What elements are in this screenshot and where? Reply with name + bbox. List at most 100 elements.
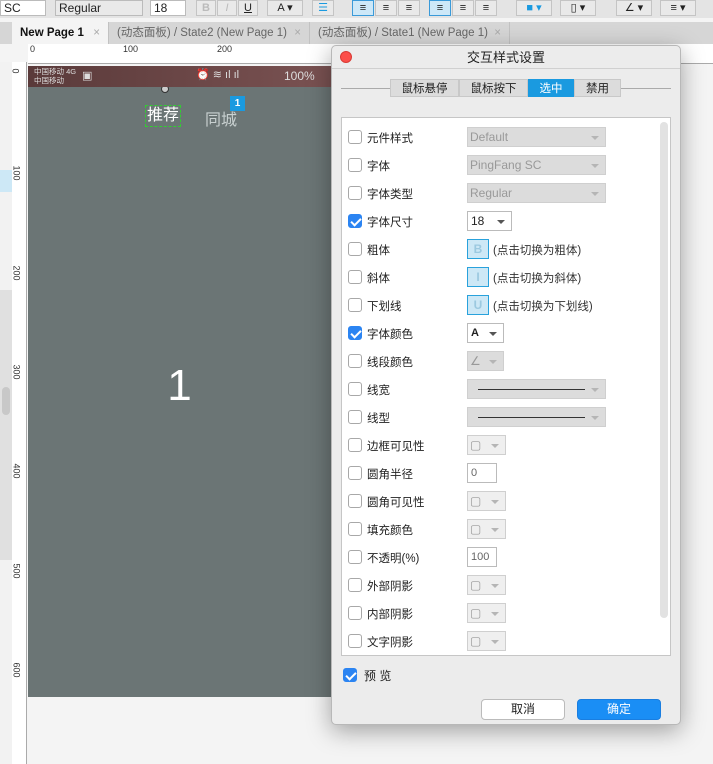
tab-disabled[interactable]: 禁用 xyxy=(574,79,621,97)
format-toggle[interactable]: I xyxy=(467,267,489,287)
dialog-title: 交互样式设置 xyxy=(332,46,680,69)
signal-icons: ⏰ ≋ ıl ıl xyxy=(196,69,240,81)
row-checkbox[interactable] xyxy=(348,130,362,144)
style-row: 圆角可见性 ▢ xyxy=(348,491,648,511)
toggle-hint: (点击切换为粗体) xyxy=(493,245,582,257)
row-label: 下划线 xyxy=(367,301,402,313)
row-checkbox[interactable] xyxy=(348,438,362,452)
row-label: 字体尺寸 xyxy=(367,217,413,229)
bullet-list-icon[interactable]: ☰ xyxy=(312,0,334,16)
battery-label: 100% xyxy=(284,69,315,83)
row-checkbox[interactable] xyxy=(348,410,362,424)
value-input[interactable]: 100 xyxy=(467,547,497,567)
close-icon[interactable]: × xyxy=(294,22,301,44)
align-top-button[interactable]: ≡ xyxy=(429,0,451,16)
tab-label: (动态面板) / State2 (New Page 1) xyxy=(117,27,287,39)
row-label: 字体颜色 xyxy=(367,329,413,341)
style-select[interactable]: PingFang SC xyxy=(467,155,606,175)
picker[interactable]: ▢ xyxy=(467,575,506,595)
row-checkbox[interactable] xyxy=(348,382,362,396)
align-middle-button[interactable]: ≡ xyxy=(452,0,474,16)
panel-section xyxy=(0,290,12,560)
fill-color-button[interactable]: ■ ▾ xyxy=(516,0,552,16)
tab-state2[interactable]: (动态面板) / State2 (New Page 1) × xyxy=(109,22,310,44)
picker[interactable]: ▢ xyxy=(467,603,506,623)
toolbar: SC Regular 18 B I U A ▾ ☰ ≡ ≡ ≡ ≡ ≡ ≡ ■ … xyxy=(0,0,713,18)
line-width-button[interactable]: ≡ ▾ xyxy=(660,0,696,16)
row-checkbox[interactable] xyxy=(348,634,362,648)
align-center-button[interactable]: ≡ xyxy=(375,0,397,16)
row-checkbox[interactable] xyxy=(348,158,362,172)
align-right-button[interactable]: ≡ xyxy=(398,0,420,16)
row-checkbox[interactable] xyxy=(348,494,362,508)
style-row: 线型 xyxy=(348,407,648,427)
close-icon[interactable]: × xyxy=(494,22,501,44)
align-left-button[interactable]: ≡ xyxy=(352,0,374,16)
row-checkbox[interactable] xyxy=(348,522,362,536)
row-checkbox[interactable] xyxy=(348,270,362,284)
style-row: 元件样式 Default xyxy=(348,127,648,147)
align-bottom-button[interactable]: ≡ xyxy=(475,0,497,16)
row-label: 圆角半径 xyxy=(367,469,413,481)
line-color-picker[interactable]: ∠ xyxy=(467,351,504,371)
shadow-button[interactable]: ▯ ▾ xyxy=(560,0,596,16)
tab-recommend[interactable]: 推荐 xyxy=(145,105,181,127)
preview-checkbox[interactable] xyxy=(343,668,357,682)
row-checkbox[interactable] xyxy=(348,466,362,480)
font-family-select[interactable]: SC xyxy=(0,0,46,16)
ruler-label: 400 xyxy=(11,463,22,479)
tab-mousedown[interactable]: 鼠标按下 xyxy=(459,79,528,97)
tab-selected[interactable]: 选中 xyxy=(528,79,574,97)
picker[interactable]: ▢ xyxy=(467,519,506,539)
font-size-select[interactable]: 18 xyxy=(150,0,186,16)
line-select[interactable] xyxy=(467,379,606,399)
tab-new-page-1[interactable]: New Page 1 × xyxy=(12,22,109,44)
tab-local[interactable]: 同城 xyxy=(205,106,237,130)
style-select[interactable]: Default xyxy=(467,127,606,147)
cancel-button[interactable]: 取消 xyxy=(481,699,565,720)
style-row: 字体 PingFang SC xyxy=(348,155,648,175)
close-button[interactable] xyxy=(340,51,352,63)
line-select[interactable] xyxy=(467,407,606,427)
ruler-label: 100 xyxy=(123,44,139,54)
row-checkbox[interactable] xyxy=(348,214,362,228)
bold-button[interactable]: B xyxy=(196,0,216,16)
italic-button[interactable]: I xyxy=(217,0,237,16)
value-input[interactable]: 0 xyxy=(467,463,497,483)
row-label: 元件样式 xyxy=(367,133,413,145)
toggle-hint: (点击切换为斜体) xyxy=(493,273,582,285)
row-checkbox[interactable] xyxy=(348,242,362,256)
font-weight-select[interactable]: Regular xyxy=(55,0,143,16)
picker[interactable]: ▢ xyxy=(467,631,506,651)
ok-button[interactable]: 确定 xyxy=(577,699,661,720)
style-select[interactable]: Regular xyxy=(467,183,606,203)
row-label: 斜体 xyxy=(367,273,390,285)
font-color-button[interactable]: A ▾ xyxy=(267,0,303,16)
toggle-hint: (点击切换为下划线) xyxy=(493,301,593,313)
canvas[interactable]: 1 推荐 同城 1 xyxy=(28,66,331,697)
format-toggle[interactable]: U xyxy=(467,295,489,315)
scrollbar[interactable] xyxy=(2,387,10,415)
row-checkbox[interactable] xyxy=(348,186,362,200)
row-checkbox[interactable] xyxy=(348,298,362,312)
line-color-button[interactable]: ∠ ▾ xyxy=(616,0,652,16)
font-color-picker[interactable]: A xyxy=(467,323,504,343)
underline-button[interactable]: U xyxy=(238,0,258,16)
row-label: 填充颜色 xyxy=(367,525,413,537)
scrollbar[interactable] xyxy=(660,122,668,618)
row-label: 字体类型 xyxy=(367,189,413,201)
row-checkbox[interactable] xyxy=(348,606,362,620)
tab-state1[interactable]: (动态面板) / State1 (New Page 1) × xyxy=(310,22,510,44)
style-row: 斜体 I (点击切换为斜体) xyxy=(348,267,648,287)
picker[interactable]: ▢ xyxy=(467,435,506,455)
tab-hover[interactable]: 鼠标悬停 xyxy=(390,79,459,97)
row-checkbox[interactable] xyxy=(348,550,362,564)
font-size-select[interactable]: 18 xyxy=(467,211,512,231)
row-checkbox[interactable] xyxy=(348,578,362,592)
row-checkbox[interactable] xyxy=(348,326,362,340)
picker[interactable]: ▢ xyxy=(467,491,506,511)
row-checkbox[interactable] xyxy=(348,354,362,368)
format-toggle[interactable]: B xyxy=(467,239,489,259)
selected-item[interactable] xyxy=(0,170,12,192)
close-icon[interactable]: × xyxy=(93,22,100,44)
